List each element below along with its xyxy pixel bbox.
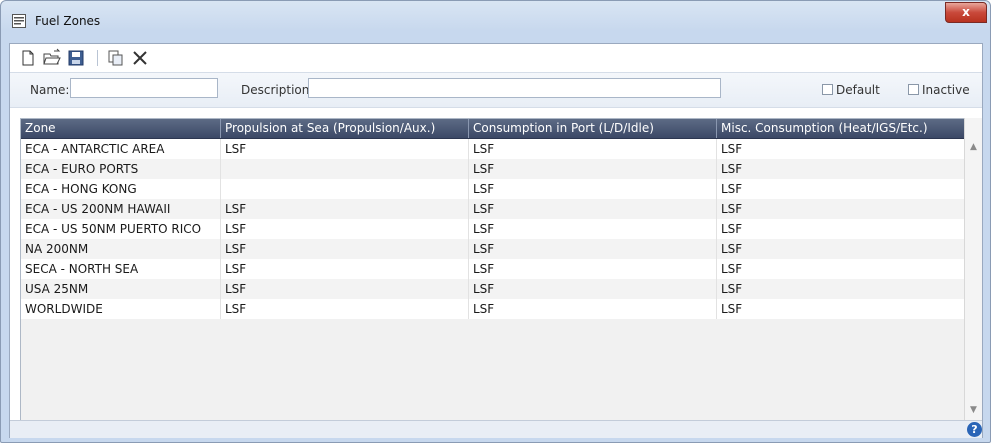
title-bar[interactable]: Fuel Zones x bbox=[1, 1, 990, 37]
misc-consumption-cell[interactable]: LSF bbox=[717, 279, 967, 299]
table-row[interactable]: WORLDWIDE LSF LSF LSF bbox=[21, 299, 967, 319]
propulsion-cell[interactable]: LSF bbox=[221, 299, 469, 319]
propulsion-cell[interactable] bbox=[221, 179, 469, 199]
port-consumption-cell[interactable]: LSF bbox=[469, 259, 717, 279]
scroll-down-icon[interactable]: ▼ bbox=[966, 403, 981, 418]
misc-consumption-cell[interactable]: LSF bbox=[717, 139, 967, 159]
table-row[interactable]: ECA - US 200NM HAWAII LSF LSF LSF bbox=[21, 199, 967, 219]
propulsion-cell[interactable]: LSF bbox=[221, 219, 469, 239]
table-row[interactable]: NA 200NM LSF LSF LSF bbox=[21, 239, 967, 259]
vertical-scrollbar[interactable]: ▲ ▼ bbox=[964, 118, 982, 421]
zone-cell[interactable]: ECA - HONG KONG bbox=[21, 179, 221, 199]
fuel-zones-table: Zone Propulsion at Sea (Propulsion/Aux.)… bbox=[20, 118, 976, 423]
window-title: Fuel Zones bbox=[35, 14, 101, 28]
column-header-zone[interactable]: Zone bbox=[21, 119, 221, 138]
help-icon[interactable]: ? bbox=[967, 422, 982, 437]
zone-cell[interactable]: ECA - US 50NM PUERTO RICO bbox=[21, 219, 221, 239]
propulsion-cell[interactable]: LSF bbox=[221, 139, 469, 159]
misc-consumption-cell[interactable]: LSF bbox=[717, 159, 967, 179]
inactive-label: Inactive bbox=[922, 83, 970, 97]
port-consumption-cell[interactable]: LSF bbox=[469, 219, 717, 239]
zone-cell[interactable]: ECA - EURO PORTS bbox=[21, 159, 221, 179]
zone-cell[interactable]: ECA - ANTARCTIC AREA bbox=[21, 139, 221, 159]
name-field[interactable] bbox=[70, 78, 218, 98]
misc-consumption-cell[interactable]: LSF bbox=[717, 199, 967, 219]
zone-cell[interactable]: NA 200NM bbox=[21, 239, 221, 259]
open-folder-icon[interactable] bbox=[42, 48, 62, 68]
zone-cell[interactable]: WORLDWIDE bbox=[21, 299, 221, 319]
propulsion-cell[interactable]: LSF bbox=[221, 259, 469, 279]
new-document-icon[interactable] bbox=[18, 48, 38, 68]
table-row[interactable]: SECA - NORTH SEA LSF LSF LSF bbox=[21, 259, 967, 279]
zone-cell[interactable]: USA 25NM bbox=[21, 279, 221, 299]
copy-icon[interactable] bbox=[106, 48, 126, 68]
inactive-checkbox[interactable] bbox=[908, 84, 919, 95]
delete-icon[interactable] bbox=[130, 48, 150, 68]
port-consumption-cell[interactable]: LSF bbox=[469, 179, 717, 199]
propulsion-cell[interactable] bbox=[221, 159, 469, 179]
status-bar: ? bbox=[10, 420, 982, 438]
table-row[interactable]: ECA - ANTARCTIC AREA LSF LSF LSF bbox=[21, 139, 967, 159]
filter-bar: Name: Description: Default Inactive bbox=[10, 72, 982, 108]
port-consumption-cell[interactable]: LSF bbox=[469, 139, 717, 159]
close-button[interactable]: x bbox=[945, 2, 987, 23]
default-checkbox[interactable] bbox=[822, 84, 833, 95]
misc-consumption-cell[interactable]: LSF bbox=[717, 259, 967, 279]
zone-cell[interactable]: ECA - US 200NM HAWAII bbox=[21, 199, 221, 219]
toolbar-separator bbox=[97, 50, 98, 66]
column-header-port-consumption[interactable]: Consumption in Port (L/D/Idle) bbox=[469, 119, 717, 138]
port-consumption-cell[interactable]: LSF bbox=[469, 159, 717, 179]
scroll-up-icon[interactable]: ▲ bbox=[966, 140, 981, 155]
save-icon[interactable] bbox=[66, 48, 86, 68]
port-consumption-cell[interactable]: LSF bbox=[469, 239, 717, 259]
fuel-zones-window: Fuel Zones x Name: Description: Default … bbox=[0, 0, 991, 443]
table-row[interactable]: ECA - HONG KONG LSF LSF bbox=[21, 179, 967, 199]
port-consumption-cell[interactable]: LSF bbox=[469, 279, 717, 299]
propulsion-cell[interactable]: LSF bbox=[221, 279, 469, 299]
misc-consumption-cell[interactable]: LSF bbox=[717, 239, 967, 259]
table-header: Zone Propulsion at Sea (Propulsion/Aux.)… bbox=[21, 119, 967, 139]
misc-consumption-cell[interactable]: LSF bbox=[717, 179, 967, 199]
description-field[interactable] bbox=[308, 78, 721, 98]
window-content: Name: Description: Default Inactive Zone… bbox=[9, 43, 983, 438]
misc-consumption-cell[interactable]: LSF bbox=[717, 299, 967, 319]
misc-consumption-cell[interactable]: LSF bbox=[717, 219, 967, 239]
description-label: Description: bbox=[241, 83, 314, 97]
table-row[interactable]: ECA - US 50NM PUERTO RICO LSF LSF LSF bbox=[21, 219, 967, 239]
table-row[interactable]: ECA - EURO PORTS LSF LSF bbox=[21, 159, 967, 179]
name-label: Name: bbox=[30, 83, 70, 97]
column-header-propulsion[interactable]: Propulsion at Sea (Propulsion/Aux.) bbox=[221, 119, 469, 138]
propulsion-cell[interactable]: LSF bbox=[221, 199, 469, 219]
port-consumption-cell[interactable]: LSF bbox=[469, 299, 717, 319]
propulsion-cell[interactable]: LSF bbox=[221, 239, 469, 259]
toolbar bbox=[10, 44, 982, 72]
default-label: Default bbox=[836, 83, 880, 97]
zone-cell[interactable]: SECA - NORTH SEA bbox=[21, 259, 221, 279]
table-row[interactable]: USA 25NM LSF LSF LSF bbox=[21, 279, 967, 299]
column-header-misc-consumption[interactable]: Misc. Consumption (Heat/IGS/Etc.) bbox=[717, 119, 967, 138]
port-consumption-cell[interactable]: LSF bbox=[469, 199, 717, 219]
window-icon bbox=[12, 14, 26, 28]
